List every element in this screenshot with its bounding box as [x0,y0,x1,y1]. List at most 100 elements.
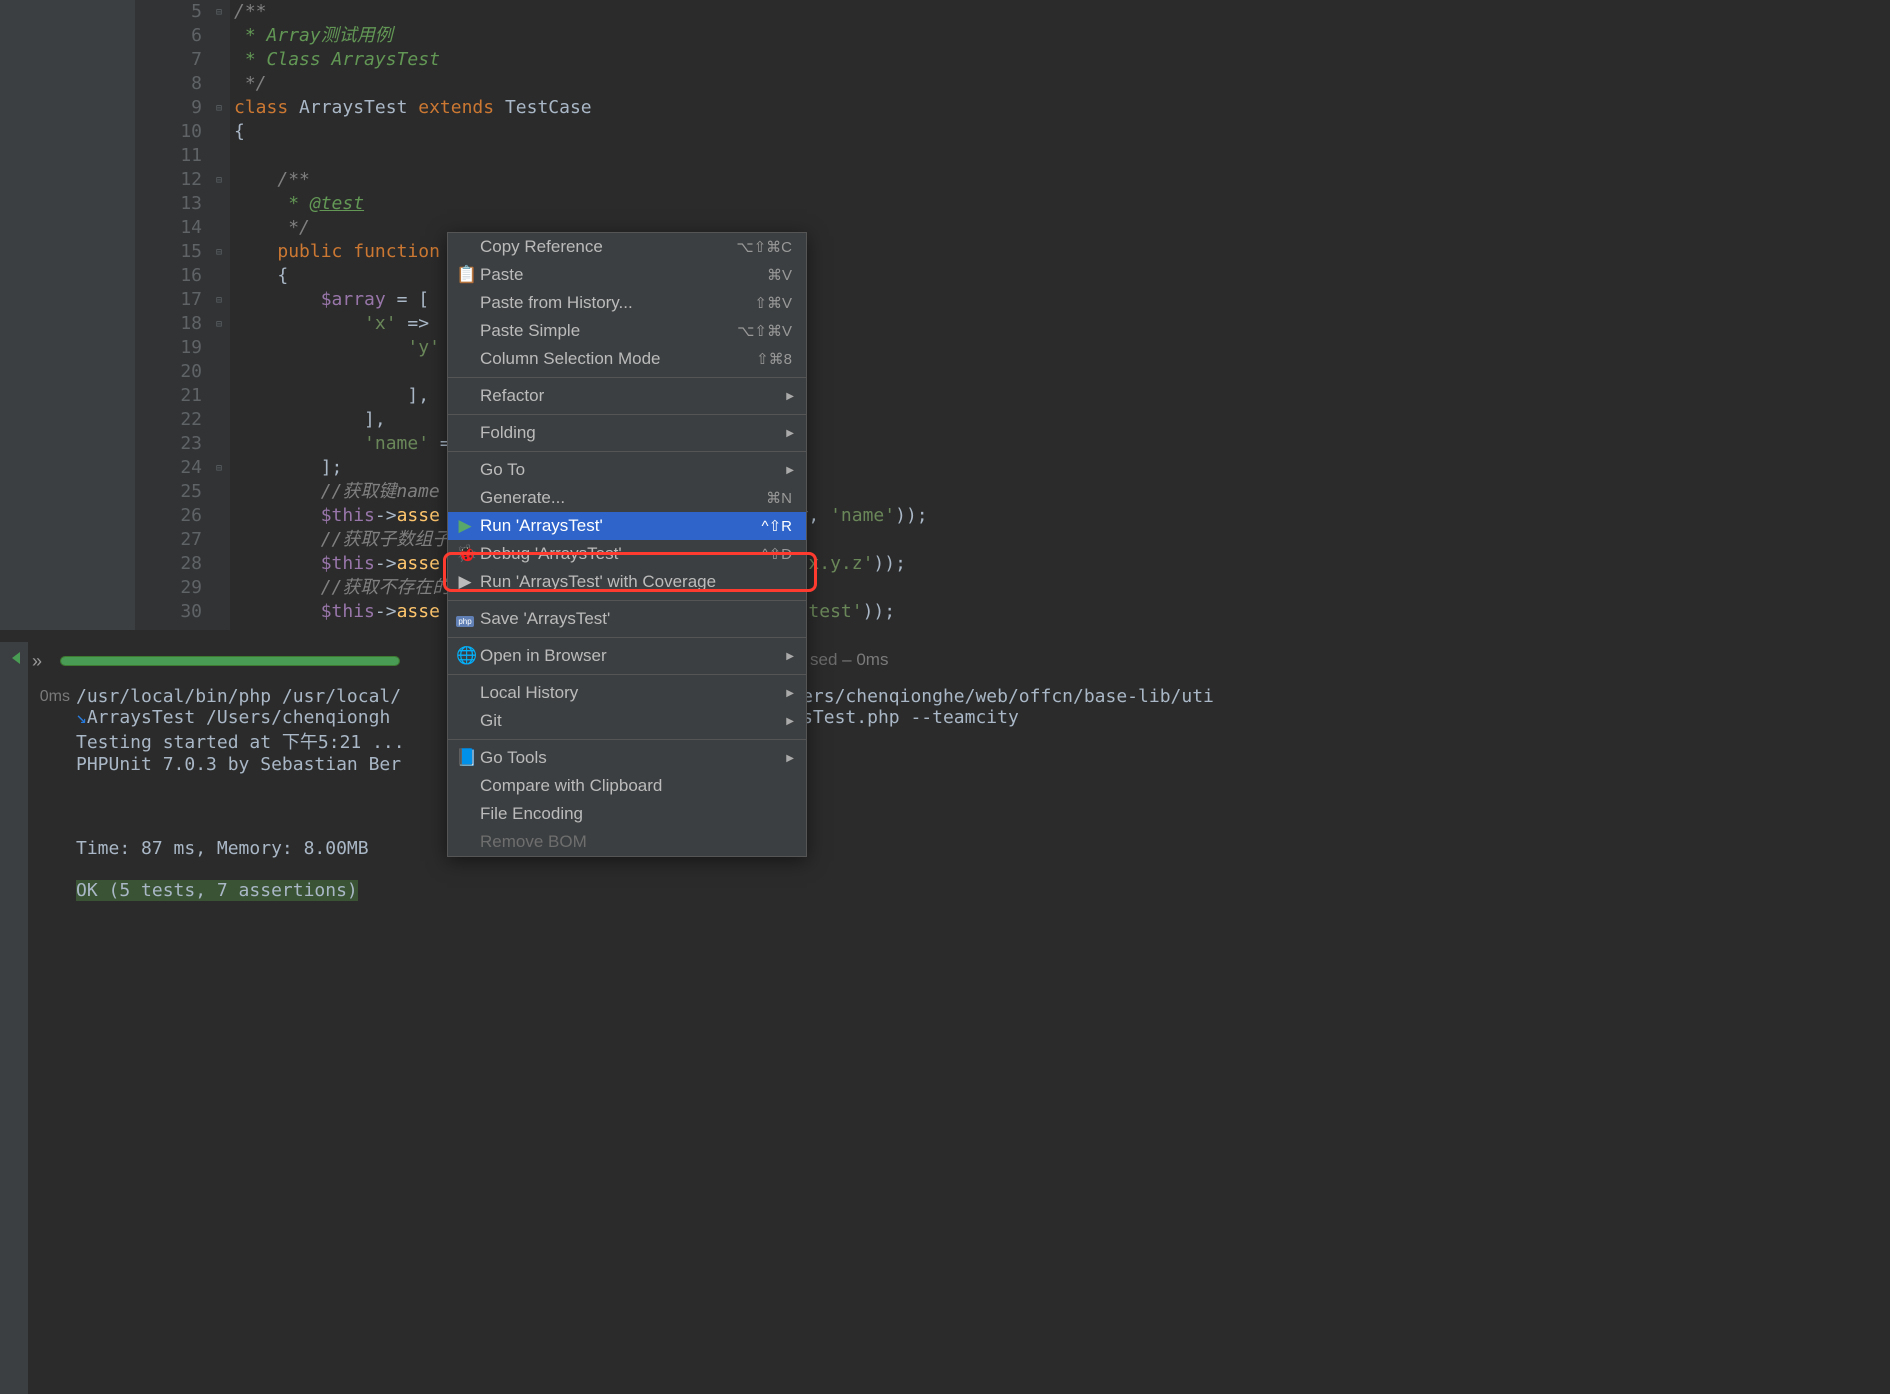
line-number[interactable]: 29 [135,576,202,600]
code-line[interactable]: /** [230,0,1890,24]
globe-icon: 🌐 [456,646,474,666]
menu-item-save-arraystest[interactable]: php Save 'ArraysTest' [448,605,806,633]
left-sidebar-strip [0,0,135,630]
line-number[interactable]: 11 [135,144,202,168]
line-number[interactable]: 20 [135,360,202,384]
line-number[interactable]: 21 [135,384,202,408]
menu-item-label: Paste Simple [480,321,737,341]
code-line[interactable]: /** [230,168,1890,192]
line-number[interactable]: 24 [135,456,202,480]
menu-item-label: Copy Reference [480,237,736,257]
menu-item-label: Refactor [480,386,792,406]
play-icon: ▶ [456,572,474,592]
menu-shortcut: ⇧⌘8 [756,350,792,368]
fold-marker-icon[interactable]: ⊟ [212,240,226,264]
menu-shortcut: ^⇧D [762,545,792,563]
code-line[interactable]: class ArraysTest extends TestCase [230,96,1890,120]
menu-item-paste-from-history[interactable]: Paste from History...⇧⌘V [448,289,806,317]
fold-marker-icon[interactable]: ⊟ [212,0,226,24]
code-line[interactable]: * @test [230,192,1890,216]
line-number[interactable]: 17 [135,288,202,312]
menu-item-remove-bom: Remove BOM [448,828,806,856]
menu-item-local-history[interactable]: Local History▶ [448,679,806,707]
line-number[interactable]: 6 [135,24,202,48]
line-number[interactable]: 10 [135,120,202,144]
submenu-arrow-icon: ▶ [786,753,794,764]
menu-item-run-arraystest-with-coverage[interactable]: ▶Run 'ArraysTest' with Coverage [448,568,806,596]
play-icon: ▶ [456,516,474,536]
menu-shortcut: ⇧⌘V [754,294,792,312]
line-number[interactable]: 28 [135,552,202,576]
line-number[interactable]: 25 [135,480,202,504]
line-number-gutter[interactable]: 5678910111213141516171819202122232425262… [135,0,230,630]
line-number[interactable]: 30 [135,600,202,624]
fold-marker-icon[interactable]: ⊟ [212,312,226,336]
menu-item-refactor[interactable]: Refactor▶ [448,382,806,410]
menu-item-file-encoding[interactable]: File Encoding [448,800,806,828]
menu-item-column-selection-mode[interactable]: Column Selection Mode⇧⌘8 [448,345,806,373]
menu-item-label: Paste [480,265,767,285]
line-number[interactable]: 13 [135,192,202,216]
line-number[interactable]: 9 [135,96,202,120]
submenu-arrow-icon: ▶ [786,688,794,699]
progress-fill [61,657,399,665]
menu-item-label: Go Tools [480,748,792,768]
code-line[interactable]: * Array测试用例 [230,24,1890,48]
menu-item-label: Compare with Clipboard [480,776,792,796]
test-status-text: sed – 0ms [810,650,888,670]
menu-shortcut: ⌘V [767,266,792,284]
menu-item-compare-with-clipboard[interactable]: Compare with Clipboard [448,772,806,800]
code-line[interactable]: * Class ArraysTest [230,48,1890,72]
console-output[interactable]: /usr/local/bin/php /usr/local/ Users/che… [76,686,1890,901]
menu-item-paste-simple[interactable]: Paste Simple⌥⇧⌘V [448,317,806,345]
menu-item-label: Git [480,711,792,731]
menu-item-paste[interactable]: 📋 Paste⌘V [448,261,806,289]
line-number[interactable]: 16 [135,264,202,288]
php-icon: php [456,609,474,629]
fold-marker-icon[interactable]: ⊟ [212,96,226,120]
menu-shortcut: ^⇧R [762,517,792,535]
menu-item-debug-arraystest[interactable]: 🐞Debug 'ArraysTest'^⇧D [448,540,806,568]
menu-item-label: Run 'ArraysTest' [480,516,762,536]
menu-item-go-to[interactable]: Go To▶ [448,456,806,484]
menu-item-run-arraystest[interactable]: ▶ Run 'ArraysTest'^⇧R [448,512,806,540]
menu-item-label: Column Selection Mode [480,349,756,369]
line-number[interactable]: 7 [135,48,202,72]
line-number[interactable]: 18 [135,312,202,336]
line-number[interactable]: 12 [135,168,202,192]
submenu-arrow-icon: ▶ [786,651,794,662]
line-number[interactable]: 23 [135,432,202,456]
menu-item-label: Local History [480,683,792,703]
code-line[interactable]: */ [230,72,1890,96]
menu-item-go-tools[interactable]: 📘 Go Tools▶ [448,744,806,772]
line-number[interactable]: 15 [135,240,202,264]
code-line[interactable]: { [230,120,1890,144]
submenu-arrow-icon: ▶ [786,391,794,402]
menu-item-open-in-browser[interactable]: 🌐Open in Browser▶ [448,642,806,670]
submenu-arrow-icon: ▶ [786,716,794,727]
menu-item-folding[interactable]: Folding▶ [448,419,806,447]
submenu-arrow-icon: ▶ [786,428,794,439]
line-number[interactable]: 27 [135,528,202,552]
fold-marker-icon[interactable]: ⊟ [212,456,226,480]
line-number[interactable]: 14 [135,216,202,240]
tool-window-strip [0,642,28,1394]
menu-item-copy-reference[interactable]: Copy Reference⌥⇧⌘C [448,233,806,261]
menu-item-git[interactable]: Git▶ [448,707,806,735]
menu-item-generate[interactable]: Generate...⌘N [448,484,806,512]
line-number[interactable]: 8 [135,72,202,96]
line-number[interactable]: 26 [135,504,202,528]
line-number[interactable]: 19 [135,336,202,360]
expand-indicator[interactable]: » [32,651,42,672]
rerun-icon[interactable] [4,648,24,668]
line-number[interactable]: 22 [135,408,202,432]
menu-item-label: Save 'ArraysTest' [480,609,792,629]
clipboard-icon: 📋 [456,265,474,285]
menu-item-label: Remove BOM [480,832,792,852]
menu-shortcut: ⌘N [766,489,792,507]
book-icon: 📘 [456,748,474,768]
line-number[interactable]: 5 [135,0,202,24]
code-line[interactable] [230,144,1890,168]
fold-marker-icon[interactable]: ⊟ [212,288,226,312]
fold-marker-icon[interactable]: ⊟ [212,168,226,192]
